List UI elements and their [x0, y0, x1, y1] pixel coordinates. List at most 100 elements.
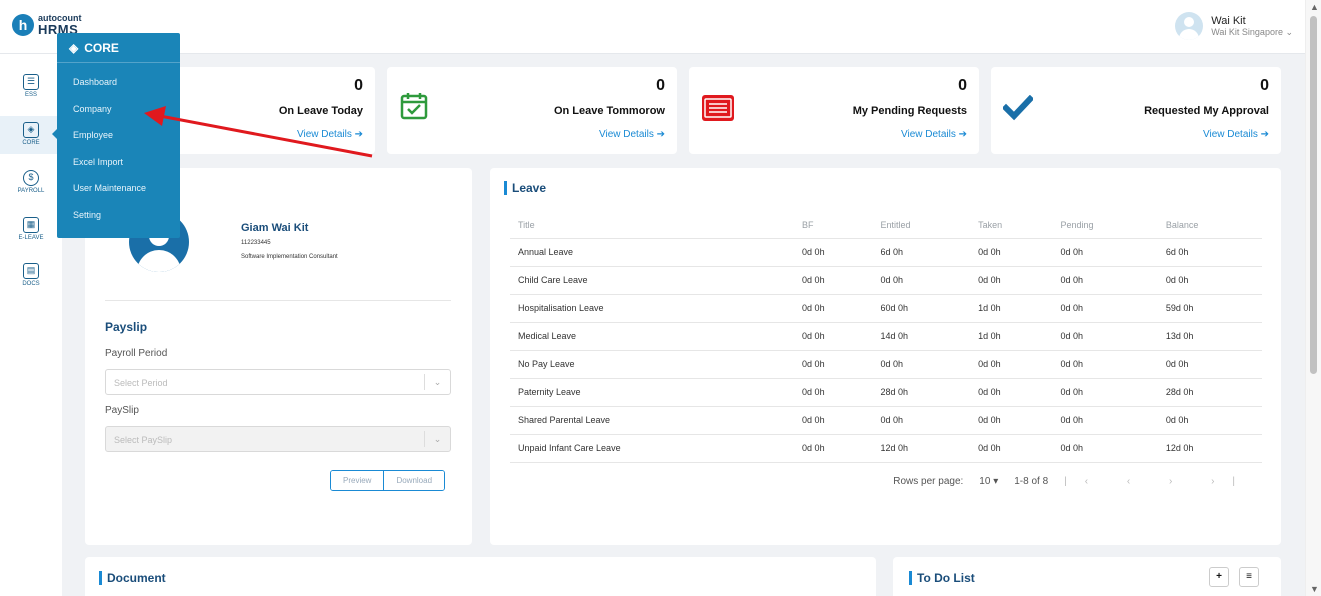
cell: 12d 0h: [1157, 434, 1262, 463]
scroll-down-icon[interactable]: ▼: [1310, 584, 1319, 594]
col-header[interactable]: Entitled: [872, 212, 971, 239]
payslip-select[interactable]: Select PaySlip ⌄: [105, 426, 451, 452]
stat-card-requested-approval: 0 Requested My Approval View Details ➔: [991, 67, 1281, 154]
page-scrollbar[interactable]: ▲ ▼: [1305, 0, 1321, 596]
nav-payroll[interactable]: $ PAYROLL: [0, 170, 62, 194]
col-header[interactable]: Taken: [970, 212, 1053, 239]
select-placeholder: Select Period: [114, 378, 168, 388]
col-header[interactable]: Pending: [1052, 212, 1158, 239]
cell: 6d 0h: [1157, 238, 1262, 267]
user-menu[interactable]: Wai Kit Wai Kit Singapore ⌄: [1175, 12, 1293, 40]
table-row: Paternity Leave 0d 0h 28d 0h 0d 0h 0d 0h 28d …: [510, 378, 1262, 407]
cell: Paternity Leave: [510, 378, 795, 407]
nav-label: ESS: [24, 92, 37, 98]
cell: Hospitalisation Leave: [510, 294, 795, 323]
core-menu-title: CORE: [84, 40, 119, 55]
list-view-button[interactable]: ≡: [1239, 567, 1259, 587]
document-title: Document: [99, 571, 166, 585]
pagination: Rows per page: 10 ▾ 1-8 of 8 |‹ ‹ › ›|: [893, 476, 1253, 487]
cell: 0d 0h: [970, 238, 1053, 267]
list-icon: [701, 94, 735, 127]
cell: 0d 0h: [1052, 378, 1158, 407]
col-header[interactable]: Balance: [1157, 212, 1262, 239]
payslip-label: PaySlip: [105, 405, 139, 416]
cell: 0d 0h: [872, 350, 971, 379]
cell: Child Care Leave: [510, 266, 795, 295]
docs-icon: ▤: [23, 263, 39, 279]
cell: 0d 0h: [794, 406, 873, 435]
payroll-period-label: Payroll Period: [105, 348, 168, 359]
payslip-actions: Preview Download: [330, 470, 446, 491]
cell: Unpaid Infant Care Leave: [510, 434, 795, 463]
menu-item-excel-import[interactable]: Excel Import: [57, 149, 180, 176]
cell: 60d 0h: [872, 294, 971, 323]
stat-title: On Leave Tommorow: [553, 105, 665, 117]
preview-button[interactable]: Preview: [331, 471, 384, 490]
cell: 0d 0h: [794, 322, 873, 351]
select-placeholder: Select PaySlip: [114, 435, 173, 445]
calendar-check-icon: [399, 91, 429, 126]
cell: 0d 0h: [794, 434, 873, 463]
core-icon: ◈: [69, 40, 79, 55]
ess-icon: ☰: [23, 74, 39, 90]
nav-label: E-LEAVE: [18, 235, 44, 241]
rows-per-page-select[interactable]: 10 ▾: [979, 476, 998, 487]
scroll-thumb[interactable]: [1310, 16, 1317, 374]
leave-title: Leave: [504, 181, 546, 195]
payroll-period-select[interactable]: Select Period ⌄: [105, 369, 451, 395]
cell: Annual Leave: [510, 238, 795, 267]
download-button[interactable]: Download: [383, 471, 445, 490]
divider: [105, 300, 451, 301]
add-todo-button[interactable]: +: [1209, 567, 1229, 587]
col-header[interactable]: Title: [510, 212, 795, 239]
cell: 12d 0h: [872, 434, 971, 463]
stat-title: Requested My Approval: [1144, 105, 1269, 117]
chevron-down-icon: ⌄: [424, 431, 450, 447]
cell: 13d 0h: [1157, 322, 1262, 351]
nav-docs[interactable]: ▤ DOCS: [0, 263, 62, 287]
cell: 0d 0h: [1052, 294, 1158, 323]
todo-card: To Do List + ≡: [893, 557, 1281, 596]
cell: 0d 0h: [970, 406, 1053, 435]
core-menu: ◈ CORE Dashboard Company Employee Excel …: [57, 33, 180, 238]
payroll-icon: $: [23, 170, 39, 186]
avatar: [1175, 12, 1204, 40]
nav-eleave[interactable]: ▦ E-LEAVE: [0, 217, 62, 241]
cell: 0d 0h: [1052, 322, 1158, 351]
menu-item-user-maintenance[interactable]: User Maintenance: [57, 175, 180, 202]
cell: 0d 0h: [794, 266, 873, 295]
table-row: Annual Leave 0d 0h 6d 0h 0d 0h 0d 0h 6d 0h: [510, 238, 1262, 267]
cell: 0d 0h: [794, 238, 873, 267]
menu-item-dashboard[interactable]: Dashboard: [57, 69, 180, 96]
cell: 0d 0h: [970, 350, 1053, 379]
document-card: Document: [85, 557, 876, 596]
nav-label: PAYROLL: [17, 188, 45, 194]
user-company: Wai Kit Singapore ⌄: [1211, 26, 1293, 37]
view-details-link[interactable]: View Details ➔: [599, 129, 665, 140]
stat-value: 0: [958, 77, 967, 94]
col-header[interactable]: BF: [794, 212, 873, 239]
table-row: No Pay Leave 0d 0h 0d 0h 0d 0h 0d 0h 0d 0h: [510, 350, 1262, 379]
payslip-title: Payslip: [105, 320, 148, 334]
nav-ess[interactable]: ☰ ESS: [0, 74, 62, 98]
cell: 0d 0h: [794, 378, 873, 407]
view-details-link[interactable]: View Details ➔: [901, 129, 967, 140]
menu-item-company[interactable]: Company: [57, 96, 180, 123]
menu-item-setting[interactable]: Setting: [57, 202, 180, 229]
stat-value: 0: [354, 77, 363, 94]
view-details-link[interactable]: View Details ➔: [297, 129, 363, 140]
menu-item-employee[interactable]: Employee: [57, 122, 180, 149]
table-row: Medical Leave 0d 0h 14d 0h 1d 0h 0d 0h 13d 0h: [510, 322, 1262, 351]
cell: 0d 0h: [1052, 406, 1158, 435]
table-row: Child Care Leave 0d 0h 0d 0h 0d 0h 0d 0h 0d 0…: [510, 266, 1262, 295]
cell: 14d 0h: [872, 322, 971, 351]
cell: 0d 0h: [970, 378, 1053, 407]
page-nav-buttons[interactable]: |‹ ‹ › ›|: [1064, 476, 1253, 487]
cell: 0d 0h: [872, 266, 971, 295]
user-name: Wai Kit: [1211, 14, 1246, 27]
view-details-link[interactable]: View Details ➔: [1203, 129, 1269, 140]
core-menu-header: ◈ CORE: [57, 33, 180, 63]
cell: Shared Parental Leave: [510, 406, 795, 435]
scroll-up-icon[interactable]: ▲: [1310, 2, 1319, 12]
nav-label: CORE: [22, 140, 40, 146]
